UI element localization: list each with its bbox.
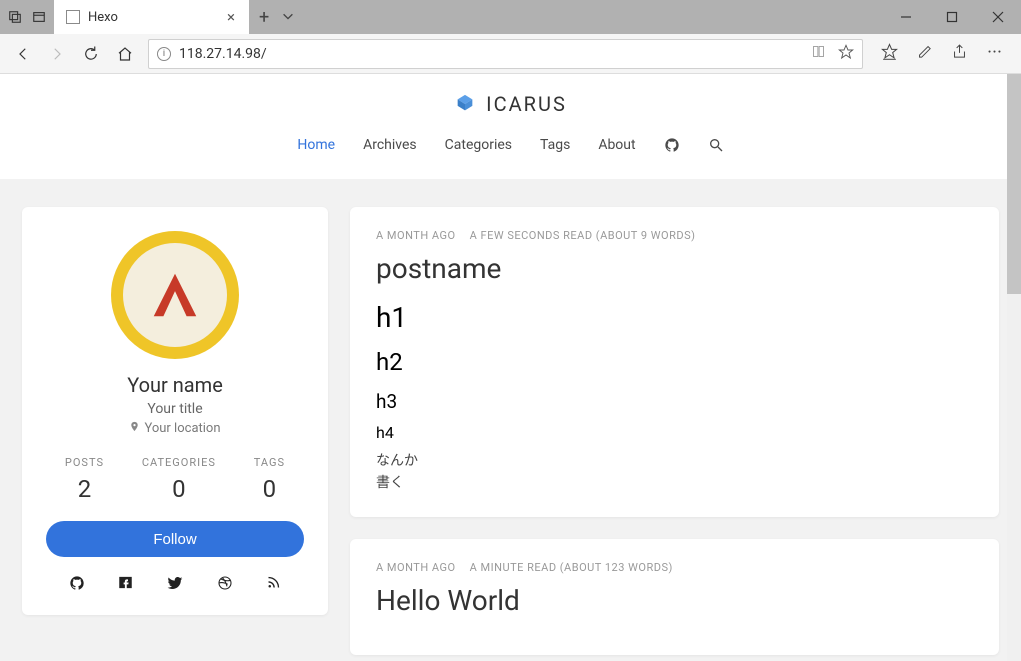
social-links	[46, 575, 304, 595]
close-tab-icon[interactable]: ×	[227, 8, 235, 26]
back-button[interactable]	[12, 43, 34, 65]
window-minimize-button[interactable]	[883, 0, 929, 34]
post-meta: A MONTH AGO A MINUTE READ (ABOUT 123 WOR…	[376, 561, 973, 574]
post-readtime: A MINUTE READ (ABOUT 123 WORDS)	[470, 561, 673, 574]
post-meta: A MONTH AGO A FEW SECONDS READ (ABOUT 9 …	[376, 229, 973, 242]
tabs-dropdown-icon[interactable]	[281, 8, 295, 27]
browser-titlebar: Hexo × +	[0, 0, 1021, 34]
page-body: Your name Your title Your location POSTS…	[0, 179, 1021, 661]
nav-tags[interactable]: Tags	[540, 137, 570, 153]
post-text-line: なんか	[376, 450, 973, 472]
author-location: Your location	[46, 421, 304, 436]
share-icon[interactable]	[951, 43, 968, 64]
facebook-social-icon[interactable]	[118, 575, 133, 595]
browser-tab[interactable]: Hexo ×	[54, 0, 249, 34]
tab-preview-icon[interactable]	[32, 10, 46, 24]
stat-tags: TAGS 0	[254, 456, 285, 503]
post-text-line: 書く	[376, 472, 973, 494]
address-bar[interactable]: i 118.27.14.98/	[148, 39, 863, 69]
stat-posts: POSTS 2	[65, 456, 104, 503]
reader-mode-icon[interactable]	[811, 44, 826, 63]
post-heading-4: h4	[376, 423, 973, 442]
location-pin-icon	[129, 421, 140, 436]
site-header: ICARUS Home Archives Categories Tags Abo…	[0, 74, 1021, 179]
post-body: h1 h2 h3 h4 なんか 書く	[376, 301, 973, 495]
nav-archives[interactable]: Archives	[363, 137, 417, 153]
page-viewport: ICARUS Home Archives Categories Tags Abo…	[0, 74, 1021, 661]
nav-categories[interactable]: Categories	[445, 137, 512, 153]
post-time: A MONTH AGO	[376, 229, 456, 242]
post-heading-2: h2	[376, 348, 973, 376]
window-close-button[interactable]	[975, 0, 1021, 34]
author-title: Your title	[46, 401, 304, 417]
home-button[interactable]	[114, 43, 136, 65]
stat-categories: CATEGORIES 0	[142, 456, 216, 503]
post-title[interactable]: Hello World	[376, 584, 973, 617]
post-card: A MONTH AGO A FEW SECONDS READ (ABOUT 9 …	[350, 207, 999, 517]
post-card: A MONTH AGO A MINUTE READ (ABOUT 123 WOR…	[350, 539, 999, 655]
more-icon[interactable]	[986, 43, 1003, 64]
refresh-button[interactable]	[80, 43, 102, 65]
post-title[interactable]: postname	[376, 252, 973, 285]
favorites-bar-icon[interactable]	[881, 43, 898, 64]
site-info-icon[interactable]: i	[157, 47, 171, 61]
nav-home[interactable]: Home	[297, 137, 335, 153]
dribbble-social-icon[interactable]	[217, 575, 233, 595]
tab-actions-icon[interactable]	[8, 10, 22, 24]
brand-text: ICARUS	[486, 92, 567, 116]
tab-title: Hexo	[88, 10, 118, 25]
scrollbar-thumb[interactable]	[1007, 74, 1021, 294]
profile-stats: POSTS 2 CATEGORIES 0 TAGS 0	[46, 456, 304, 503]
url-text: 118.27.14.98/	[179, 46, 267, 62]
brand-logo-icon	[454, 93, 476, 115]
nav-about[interactable]: About	[598, 137, 635, 153]
search-icon[interactable]	[708, 137, 724, 153]
favorite-icon[interactable]	[838, 44, 854, 64]
post-heading-3: h3	[376, 390, 973, 413]
follow-button[interactable]: Follow	[46, 521, 304, 557]
sidebar: Your name Your title Your location POSTS…	[22, 207, 328, 655]
site-brand[interactable]: ICARUS	[454, 92, 567, 116]
window-maximize-button[interactable]	[929, 0, 975, 34]
avatar	[111, 231, 239, 359]
github-icon[interactable]	[664, 137, 680, 153]
profile-card: Your name Your title Your location POSTS…	[22, 207, 328, 615]
twitter-social-icon[interactable]	[167, 575, 183, 595]
post-time: A MONTH AGO	[376, 561, 456, 574]
tab-favicon	[66, 10, 80, 24]
notes-icon[interactable]	[916, 43, 933, 64]
new-tab-icon[interactable]: +	[259, 7, 269, 28]
main-content: A MONTH AGO A FEW SECONDS READ (ABOUT 9 …	[350, 207, 999, 655]
site-nav: Home Archives Categories Tags About	[0, 119, 1021, 171]
rss-social-icon[interactable]	[266, 575, 281, 595]
post-readtime: A FEW SECONDS READ (ABOUT 9 WORDS)	[470, 229, 696, 242]
browser-urlbar: i 118.27.14.98/	[0, 34, 1021, 74]
post-heading-1: h1	[376, 301, 973, 334]
github-social-icon[interactable]	[69, 575, 85, 595]
author-name: Your name	[46, 373, 304, 397]
forward-button[interactable]	[46, 43, 68, 65]
